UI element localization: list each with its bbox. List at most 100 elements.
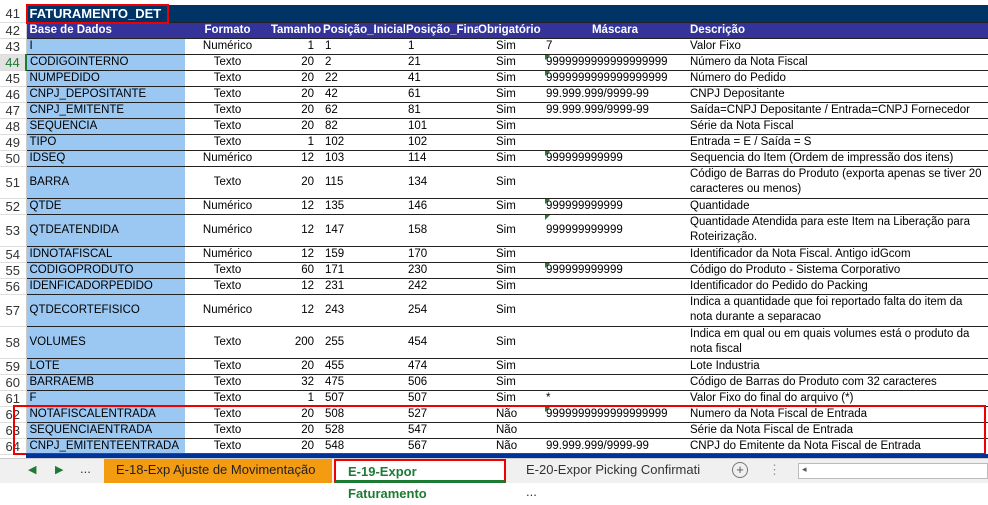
row-header[interactable]: 61: [0, 390, 27, 407]
cell-formato[interactable]: Texto: [185, 118, 270, 135]
row-header[interactable]: 53: [0, 214, 27, 247]
cell-tamanho[interactable]: 1: [270, 390, 322, 407]
cell-base-de-dados[interactable]: NOTAFISCALENTRADA: [26, 406, 185, 423]
cell-descricao[interactable]: CNPJ do Emitente da Nota Fiscal de Entra…: [687, 438, 988, 455]
row-header[interactable]: 56: [0, 278, 27, 295]
more-sheets-button[interactable]: ...: [80, 461, 91, 476]
cell-descricao[interactable]: Série da Nota Fiscal de Entrada: [687, 422, 988, 439]
cell-mascara[interactable]: [543, 358, 687, 375]
horizontal-scrollbar[interactable]: ◂: [798, 463, 988, 479]
cell-tamanho[interactable]: 20: [270, 406, 322, 423]
header-tamanho[interactable]: Tamanho: [270, 22, 322, 39]
cell-formato[interactable]: Numérico: [185, 150, 270, 167]
cell-formato[interactable]: Texto: [185, 326, 270, 359]
cell-mascara[interactable]: 99.999.999/9999-99: [543, 438, 687, 455]
cell-descricao[interactable]: Numero da Nota Fiscal de Entrada: [687, 406, 988, 423]
tab-e20[interactable]: E-20-Expor Picking Confirmati ...: [514, 459, 724, 499]
cell-mascara[interactable]: [543, 422, 687, 439]
cell-posicao-inicial[interactable]: 103: [322, 150, 405, 167]
cell-formato[interactable]: Texto: [185, 390, 270, 407]
cell-base-de-dados[interactable]: BARRA: [26, 166, 185, 199]
cell-mascara[interactable]: 99.999.999/9999-99: [543, 102, 687, 119]
cell-posicao-inicial[interactable]: 62: [322, 102, 405, 119]
cell-base-de-dados[interactable]: VOLUMES: [26, 326, 185, 359]
cell-descricao[interactable]: Código do Produto - Sistema Corporativo: [687, 262, 988, 279]
cell-posicao-final[interactable]: 454: [405, 326, 478, 359]
cell-mascara[interactable]: 9999999999999999999: [543, 406, 687, 423]
cell-posicao-final[interactable]: 170: [405, 246, 478, 263]
cell-posicao-final[interactable]: 102: [405, 134, 478, 151]
row-header[interactable]: 49: [0, 134, 27, 151]
next-sheet-icon[interactable]: ▶: [55, 463, 63, 476]
cell-posicao-inicial[interactable]: 1: [322, 38, 405, 55]
row-header[interactable]: 45: [0, 70, 27, 87]
tab-splitter[interactable]: ⋮: [768, 462, 781, 478]
cell-posicao-final[interactable]: 507: [405, 390, 478, 407]
cell-tamanho[interactable]: 32: [270, 374, 322, 391]
cell-descricao[interactable]: Entrada = E / Saída = S: [687, 134, 988, 151]
cell-obrigatorio[interactable]: Sim: [478, 102, 543, 119]
cell-base-de-dados[interactable]: QTDE: [26, 198, 185, 215]
cell-descricao[interactable]: Número da Nota Fiscal: [687, 54, 988, 71]
cell-mascara[interactable]: 999999999999: [543, 262, 687, 279]
header-posicao-inicial[interactable]: Posição_Inicial: [322, 22, 405, 39]
cell-posicao-inicial[interactable]: 255: [322, 326, 405, 359]
cell-base-de-dados[interactable]: CNPJ_EMITENTEENTRADA: [26, 438, 185, 455]
cell-posicao-inicial[interactable]: 2: [322, 54, 405, 71]
header-formato[interactable]: Formato: [185, 22, 270, 39]
row-header[interactable]: 59: [0, 358, 27, 375]
cell-descricao[interactable]: Série da Nota Fiscal: [687, 118, 988, 135]
cell-tamanho[interactable]: 12: [270, 278, 322, 295]
cell-posicao-inicial[interactable]: 507: [322, 390, 405, 407]
row-header[interactable]: 60: [0, 374, 27, 391]
row-header[interactable]: 42: [0, 22, 27, 39]
cell-formato[interactable]: Texto: [185, 70, 270, 87]
cell-posicao-inicial[interactable]: 231: [322, 278, 405, 295]
cell-base-de-dados[interactable]: LOTE: [26, 358, 185, 375]
cell-tamanho[interactable]: 12: [270, 214, 322, 247]
cell-tamanho[interactable]: 20: [270, 438, 322, 455]
cell-obrigatorio[interactable]: Sim: [478, 358, 543, 375]
row-header[interactable]: 41: [0, 5, 27, 23]
cell-formato[interactable]: Numérico: [185, 198, 270, 215]
cell-base-de-dados[interactable]: NUMPEDIDO: [26, 70, 185, 87]
sheet-title[interactable]: FATURAMENTO_DET: [26, 5, 988, 23]
cell-tamanho[interactable]: 20: [270, 166, 322, 199]
cell-base-de-dados[interactable]: CODIGOINTERNO: [26, 54, 185, 71]
cell-obrigatorio[interactable]: Sim: [478, 278, 543, 295]
cell-base-de-dados[interactable]: BARRAEMB: [26, 374, 185, 391]
cell-posicao-inicial[interactable]: 147: [322, 214, 405, 247]
row-header[interactable]: 52: [0, 198, 27, 215]
cell-mascara[interactable]: 999999999999: [543, 214, 687, 247]
cell-tamanho[interactable]: 20: [270, 70, 322, 87]
cell-mascara[interactable]: 9999999999999999999: [543, 70, 687, 87]
cell-base-de-dados[interactable]: TIPO: [26, 134, 185, 151]
cell-posicao-inicial[interactable]: 475: [322, 374, 405, 391]
row-header[interactable]: 43: [0, 38, 27, 55]
cell-mascara[interactable]: [543, 118, 687, 135]
cell-descricao[interactable]: Lote Industria: [687, 358, 988, 375]
row-header[interactable]: 55: [0, 262, 27, 279]
cell-posicao-final[interactable]: 158: [405, 214, 478, 247]
row-header[interactable]: 54: [0, 246, 27, 263]
cell-descricao[interactable]: Indica em qual ou em quais volumes está …: [687, 326, 988, 359]
cell-obrigatorio[interactable]: Sim: [478, 294, 543, 327]
cell-base-de-dados[interactable]: SEQUENCIAENTRADA: [26, 422, 185, 439]
cell-posicao-final[interactable]: 146: [405, 198, 478, 215]
cell-posicao-inicial[interactable]: 135: [322, 198, 405, 215]
cell-formato[interactable]: Texto: [185, 422, 270, 439]
row-header[interactable]: 47: [0, 102, 27, 119]
row-header[interactable]: 50: [0, 150, 27, 167]
cell-mascara[interactable]: 999999999999: [543, 150, 687, 167]
cell-posicao-inicial[interactable]: 102: [322, 134, 405, 151]
cell-base-de-dados[interactable]: F: [26, 390, 185, 407]
cell-posicao-inicial[interactable]: 243: [322, 294, 405, 327]
cell-base-de-dados[interactable]: QTDECORTEFISICO: [26, 294, 185, 327]
cell-tamanho[interactable]: 12: [270, 150, 322, 167]
cell-descricao[interactable]: CNPJ Depositante: [687, 86, 988, 103]
cell-formato[interactable]: Texto: [185, 166, 270, 199]
cell-posicao-inicial[interactable]: 171: [322, 262, 405, 279]
cell-base-de-dados[interactable]: CNPJ_EMITENTE: [26, 102, 185, 119]
cell-posicao-inicial[interactable]: 82: [322, 118, 405, 135]
cell-formato[interactable]: Numérico: [185, 38, 270, 55]
